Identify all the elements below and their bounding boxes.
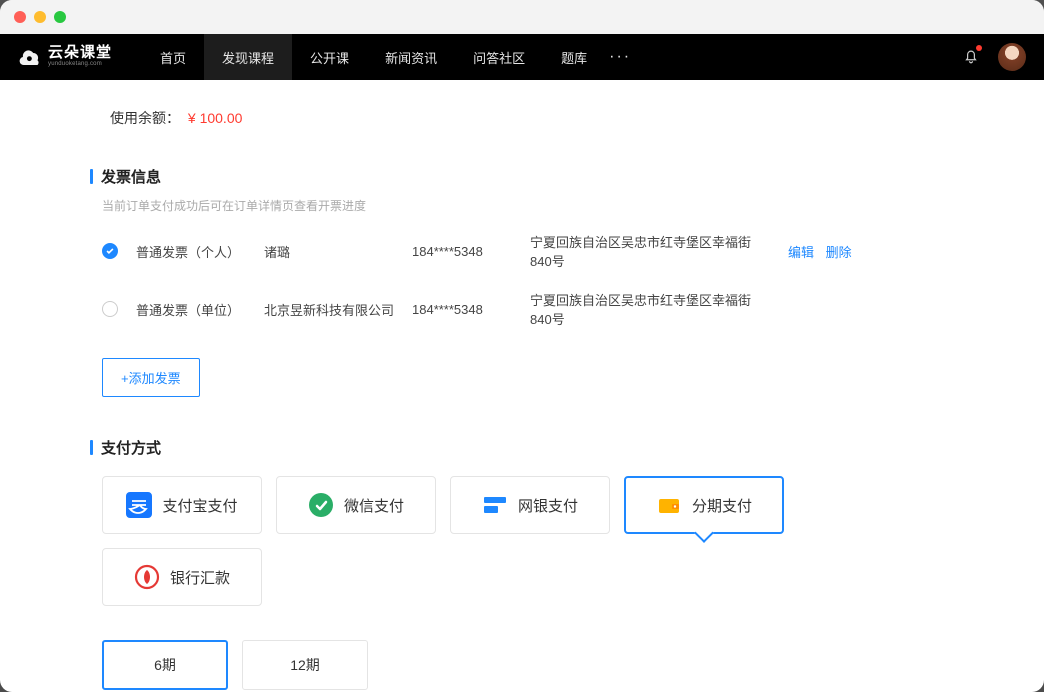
period-option[interactable]: 6期 (102, 640, 228, 690)
notifications-button[interactable] (962, 47, 980, 68)
nav-more[interactable]: ··· (605, 48, 635, 66)
payment-section: 支付方式 支付宝支付 微信支付 (90, 437, 954, 692)
logo-text-en: yunduoketang.com (48, 60, 112, 68)
titlebar (0, 0, 1044, 34)
balance-label: 使用余额： (110, 110, 180, 126)
invoice-actions: 编辑 删除 (788, 242, 860, 261)
invoice-address: 宁夏回族自治区吴忠市红寺堡区幸福街840号 (530, 232, 770, 270)
invoice-row: 普通发票（个人） 诸璐 184****5348 宁夏回族自治区吴忠市红寺堡区幸福… (102, 232, 954, 270)
installment-periods: 6期 12期 (90, 640, 954, 690)
invoice-radio[interactable] (102, 243, 118, 259)
user-avatar[interactable] (998, 43, 1026, 71)
period-option[interactable]: 12期 (242, 640, 368, 690)
payment-methods: 支付宝支付 微信支付 网银支付 (90, 476, 954, 606)
wechat-icon (308, 492, 334, 518)
alipay-icon (126, 492, 152, 518)
invoice-name: 诸璐 (264, 242, 394, 261)
pay-method-label: 微信支付 (344, 495, 404, 516)
nav-open-courses[interactable]: 公开课 (292, 34, 367, 80)
invoice-section-subtitle: 当前订单支付成功后可在订单详情页查看开票进度 (102, 197, 954, 214)
invoice-list: 普通发票（个人） 诸璐 184****5348 宁夏回族自治区吴忠市红寺堡区幸福… (90, 232, 954, 328)
invoice-phone: 184****5348 (412, 244, 512, 259)
balance-amount: ¥ 100.00 (188, 110, 243, 126)
pay-method-label: 银行汇款 (170, 567, 230, 588)
nav-news[interactable]: 新闻资讯 (367, 34, 455, 80)
window-maximize[interactable] (54, 11, 66, 23)
pay-method-wechat[interactable]: 微信支付 (276, 476, 436, 534)
invoice-delete-link[interactable]: 删除 (826, 245, 852, 260)
content: 使用余额： ¥ 100.00 发票信息 当前订单支付成功后可在订单详情页查看开票… (0, 80, 1044, 692)
nav-question-bank[interactable]: 题库 (543, 34, 605, 80)
top-nav: 云朵课堂 yunduoketang.com 首页 发现课程 公开课 新闻资讯 问… (0, 34, 1044, 80)
logo[interactable]: 云朵课堂 yunduoketang.com (18, 44, 112, 70)
invoice-address: 宁夏回族自治区吴忠市红寺堡区幸福街840号 (530, 290, 770, 328)
nav-home[interactable]: 首页 (142, 34, 204, 80)
app-window: 云朵课堂 yunduoketang.com 首页 发现课程 公开课 新闻资讯 问… (0, 0, 1044, 692)
invoice-section-title: 发票信息 (90, 166, 954, 187)
invoice-phone: 184****5348 (412, 302, 512, 317)
bank-icon (134, 564, 160, 590)
invoice-section: 发票信息 当前订单支付成功后可在订单详情页查看开票进度 普通发票（个人） 诸璐 … (90, 166, 954, 397)
logo-text-cn: 云朵课堂 (48, 45, 112, 60)
window-minimize[interactable] (34, 11, 46, 23)
check-icon (105, 246, 115, 256)
nav-discover-courses[interactable]: 发现课程 (204, 34, 292, 80)
pay-method-label: 网银支付 (518, 495, 578, 516)
invoice-type: 普通发票（单位） (136, 300, 246, 319)
invoice-row: 普通发票（单位） 北京昱新科技有限公司 184****5348 宁夏回族自治区吴… (102, 290, 954, 328)
pay-method-label: 支付宝支付 (162, 495, 237, 516)
payment-section-title: 支付方式 (90, 437, 954, 458)
balance-row: 使用余额： ¥ 100.00 (90, 80, 954, 156)
wallet-icon (656, 492, 682, 518)
notification-dot (976, 45, 982, 51)
invoice-radio[interactable] (102, 301, 118, 317)
invoice-edit-link[interactable]: 编辑 (788, 245, 814, 260)
invoice-name: 北京昱新科技有限公司 (264, 300, 394, 319)
pay-method-unionpay[interactable]: 网银支付 (450, 476, 610, 534)
pay-method-alipay[interactable]: 支付宝支付 (102, 476, 262, 534)
unionpay-icon (482, 492, 508, 518)
add-invoice-button[interactable]: +添加发票 (102, 358, 200, 397)
pay-method-installment[interactable]: 分期支付 (624, 476, 784, 534)
pay-method-bank[interactable]: 银行汇款 (102, 548, 262, 606)
pay-method-label: 分期支付 (692, 495, 752, 516)
nav-qa-community[interactable]: 问答社区 (455, 34, 543, 80)
invoice-type: 普通发票（个人） (136, 242, 246, 261)
window-close[interactable] (14, 11, 26, 23)
cloud-logo-icon (18, 44, 44, 70)
